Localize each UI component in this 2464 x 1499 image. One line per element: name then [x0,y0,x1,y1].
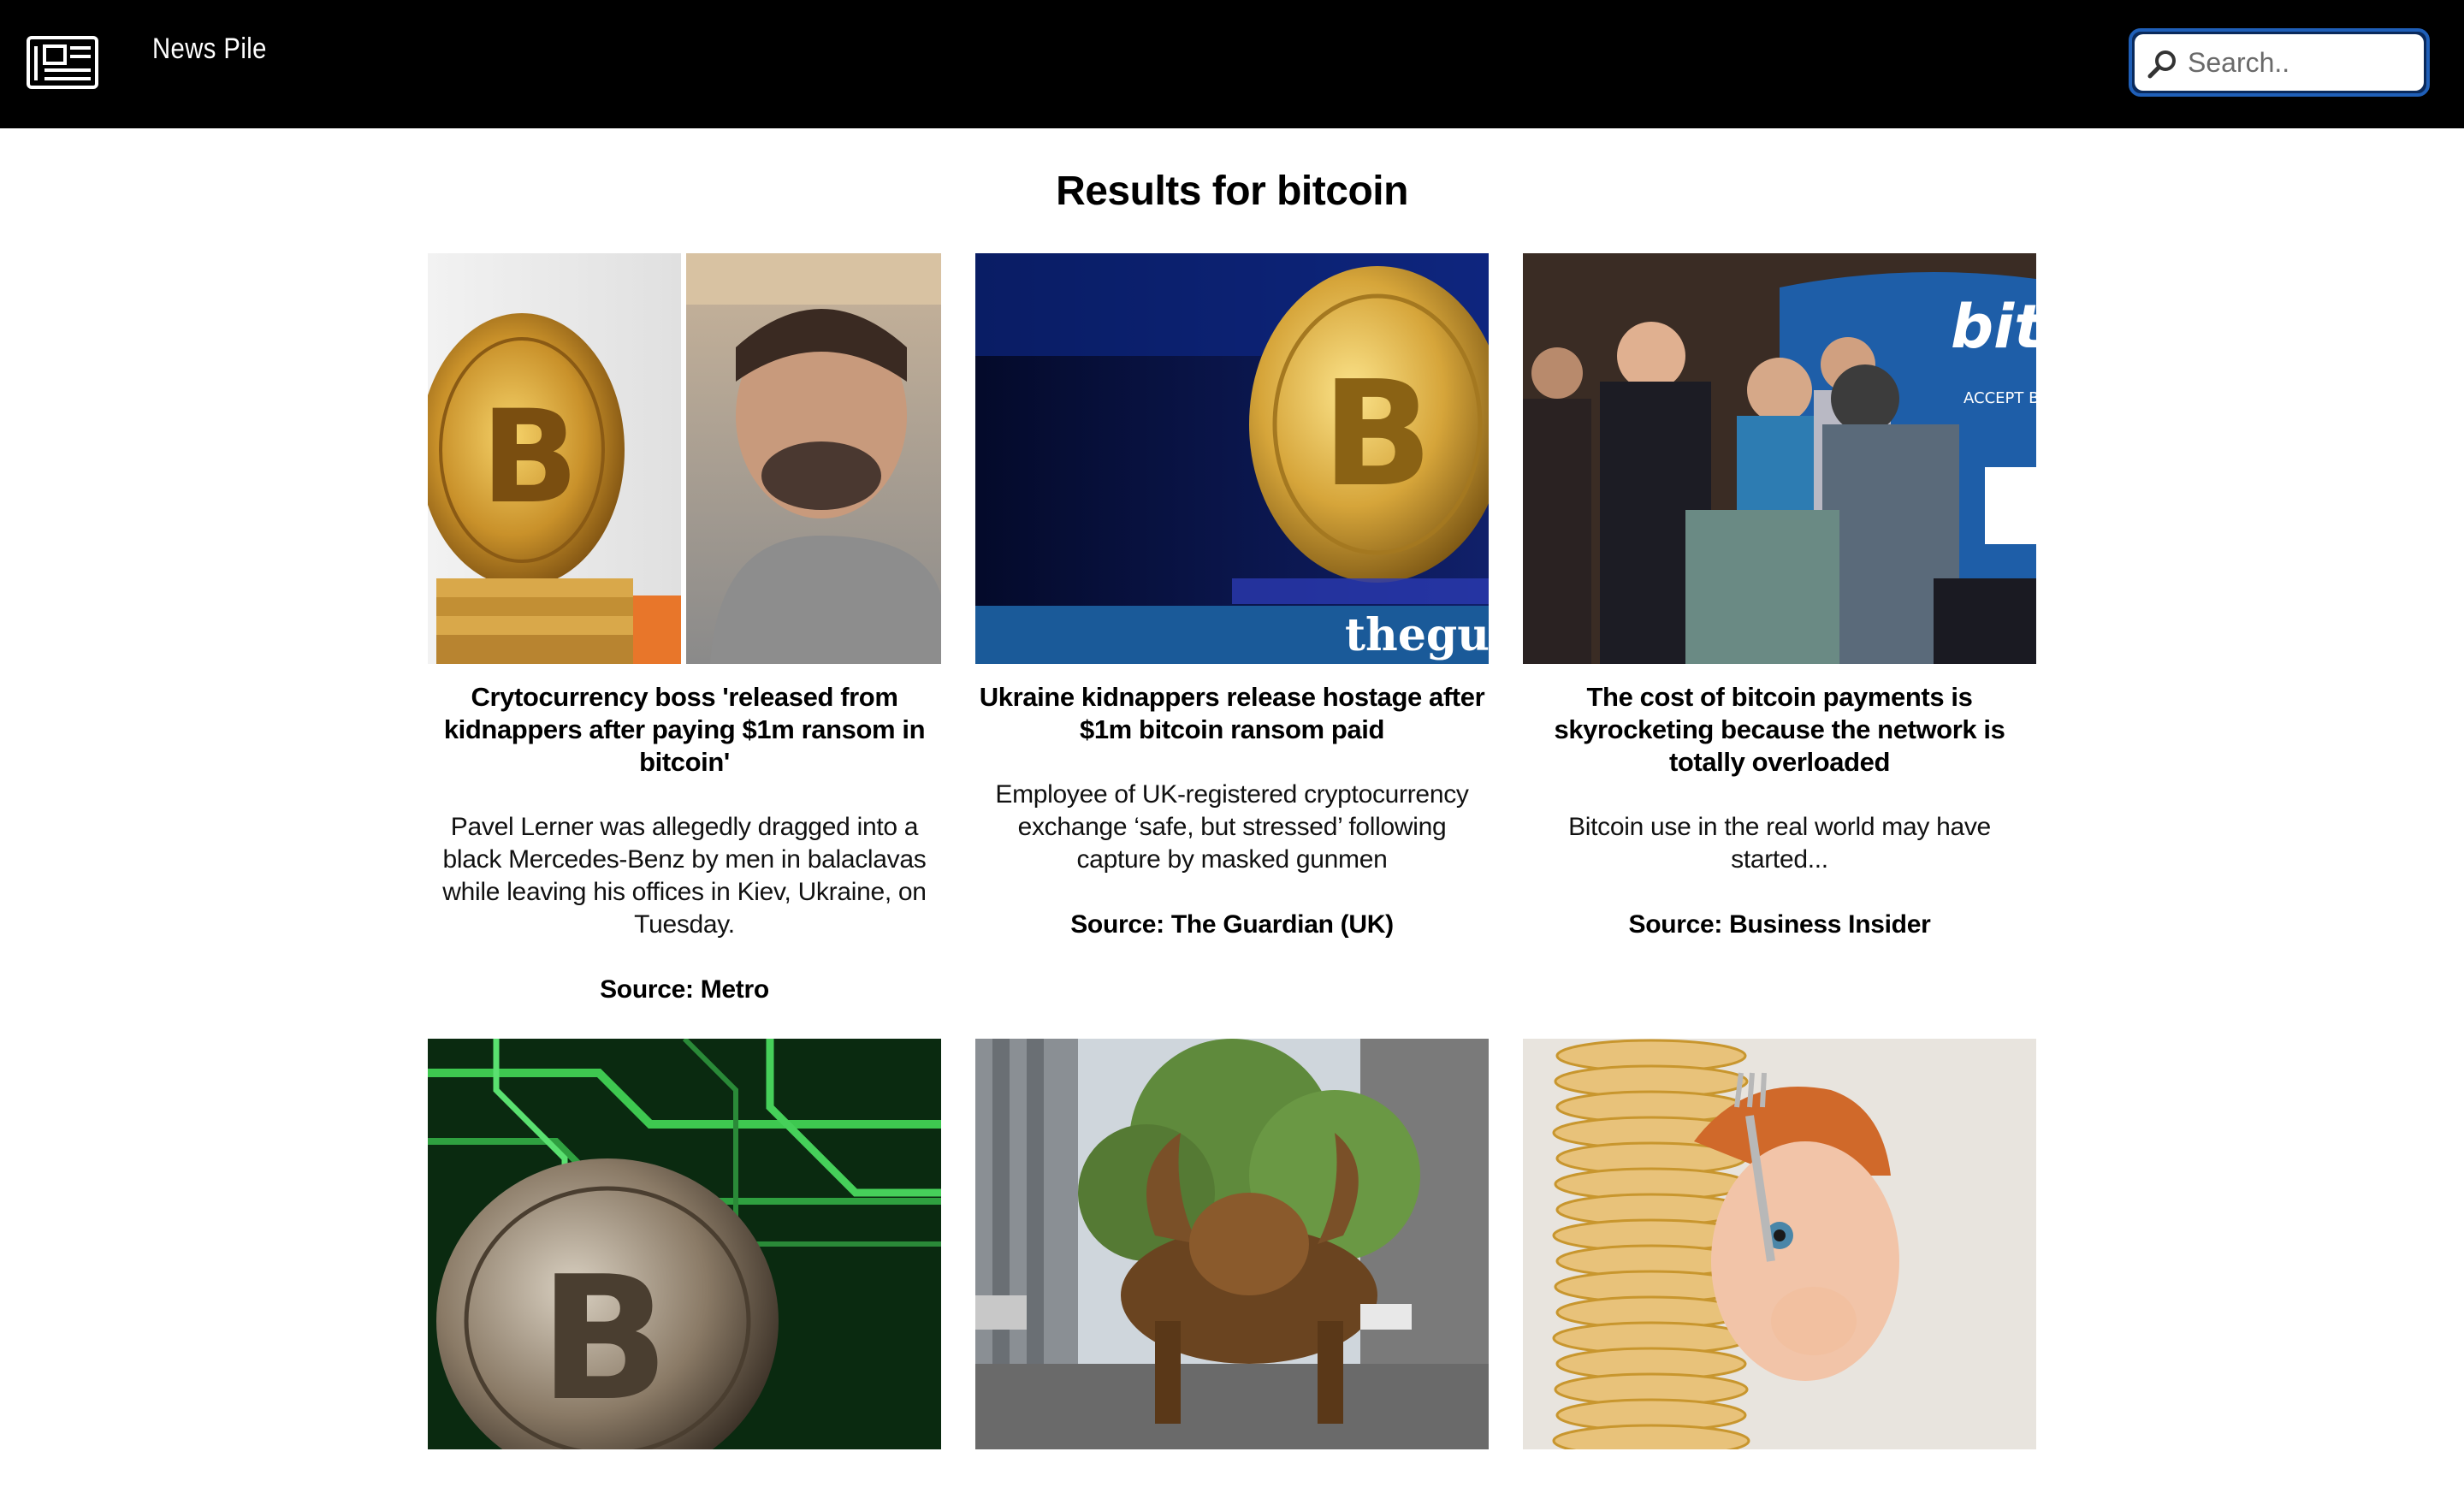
article-image[interactable] [975,1039,1489,1449]
article-image[interactable] [1523,1039,2036,1449]
page-title: Results for bitcoin [1056,169,1408,214]
search-input[interactable] [2188,34,2419,91]
article-card[interactable]: B [428,1039,941,1499]
article-source: Source: Business Insider [1628,910,1931,939]
article-image[interactable]: bitp ACCEPT BIT [1523,253,2036,664]
search-box[interactable] [2135,34,2424,91]
article-card[interactable]: B Crytocurrency boss 'released from kidn… [428,253,941,1006]
article-card[interactable] [1523,1039,2036,1499]
article-source: Source: The Guardian (UK) [1070,910,1394,939]
article-title[interactable]: Ukraine kidnappers release hostage after… [975,681,1489,746]
svg-text:B: B [539,1240,669,1439]
article-description: Bitcoin use in the real world may have s… [1568,813,1991,874]
article-card[interactable]: bitp ACCEPT BIT The cost of bitcoin paym… [1523,253,2036,941]
brand-name[interactable]: News Pile [152,33,267,66]
article-image[interactable]: B [428,1039,941,1449]
top-navbar: News Pile [0,0,2464,128]
image-watermark: theguа [1345,609,1489,661]
article-source: Source: Metro [600,975,769,1004]
article-title[interactable]: The cost of bitcoin payments is skyrocke… [1523,681,2036,779]
article-title[interactable]: Crytocurrency boss 'released from kidnap… [428,681,941,779]
article-image[interactable]: B [428,253,941,664]
article-image[interactable]: B theguа [975,253,1489,664]
article-description: Pavel Lerner was allegedly dragged into … [442,813,927,939]
image-sign-text: bitp [1951,292,2036,362]
search-field[interactable] [2129,28,2430,97]
article-description: Employee of UK-registered cryptocurrency… [995,780,1469,874]
article-card[interactable]: B theguа Ukraine kidnappers release host… [975,253,1489,941]
newspaper-icon[interactable] [26,34,99,91]
image-sign-subtext: ACCEPT BIT [1964,389,2036,407]
svg-text:B: B [1322,350,1433,519]
article-card[interactable] [975,1039,1489,1499]
search-icon [2147,50,2176,79]
svg-text:B: B [481,383,578,532]
